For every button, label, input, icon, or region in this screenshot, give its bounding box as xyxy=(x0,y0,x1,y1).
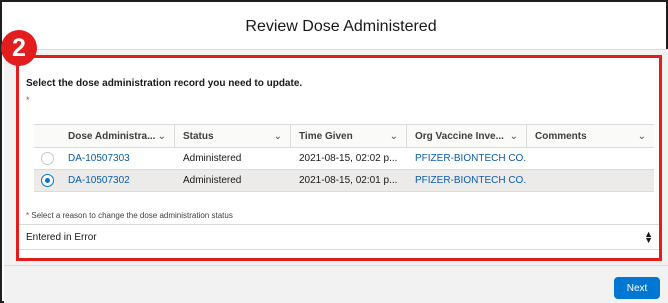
dose-link[interactable]: DA-10507302 xyxy=(60,175,175,186)
next-button[interactable]: Next xyxy=(614,277,660,299)
modal-header: Review Dose Administered xyxy=(4,4,668,50)
highlight-box: Select the dose administration record yo… xyxy=(16,55,662,261)
instruction-text: Select the dose administration record yo… xyxy=(26,78,303,89)
column-label: Status xyxy=(183,130,214,142)
row-radio-selected[interactable] xyxy=(40,174,54,187)
chevron-down-icon[interactable]: ⌄ xyxy=(274,131,282,142)
time-cell: 2021-08-15, 02:02 p... xyxy=(299,153,398,164)
column-label: Dose Administra... xyxy=(68,130,156,142)
column-label: Org Vaccine Inve... xyxy=(415,130,504,142)
reason-select[interactable]: Entered in Error ▲ ▼ xyxy=(19,224,659,250)
column-label: Time Given xyxy=(299,130,353,142)
column-header-org[interactable]: Org Vaccine Inve... ⌄ xyxy=(407,125,527,147)
dose-link[interactable]: DA-10507303 xyxy=(60,153,175,164)
status-cell: Administered xyxy=(183,175,242,186)
column-header-comments[interactable]: Comments ⌄ xyxy=(527,125,654,147)
status-cell: Administered xyxy=(183,153,242,164)
modal-title: Review Dose Administered xyxy=(245,17,437,35)
chevron-down-icon[interactable]: ⌄ xyxy=(158,131,166,142)
dose-table: Dose Administra... ⌄ Status ⌄ Time Given… xyxy=(34,124,654,192)
select-arrows-icon: ▲ ▼ xyxy=(644,229,653,245)
required-mark: * xyxy=(26,211,30,220)
chevron-down-icon[interactable]: ⌄ xyxy=(638,131,646,142)
reason-label: * Select a reason to change the dose adm… xyxy=(26,211,233,220)
reason-select-value: Entered in Error xyxy=(26,231,97,243)
chevron-down-icon[interactable]: ⌄ xyxy=(390,131,398,142)
required-mark: * xyxy=(26,95,30,105)
table-row[interactable]: DA-10507303 Administered 2021-08-15, 02:… xyxy=(34,148,654,170)
modal-footer xyxy=(4,265,668,303)
step-badge: 2 xyxy=(1,30,37,66)
chevron-down-icon[interactable]: ⌄ xyxy=(510,131,518,142)
table-header: Dose Administra... ⌄ Status ⌄ Time Given… xyxy=(34,124,654,148)
org-link[interactable]: PFIZER-BIONTECH CO... xyxy=(407,153,527,164)
org-link[interactable]: PFIZER-BIONTECH CO... xyxy=(407,175,527,186)
time-cell: 2021-08-15, 02:01 p... xyxy=(299,175,398,186)
column-header-dose[interactable]: Dose Administra... ⌄ xyxy=(60,125,175,147)
column-header-time[interactable]: Time Given ⌄ xyxy=(291,125,407,147)
table-row[interactable]: DA-10507302 Administered 2021-08-15, 02:… xyxy=(34,170,654,192)
radio-column-header xyxy=(34,125,60,147)
column-header-status[interactable]: Status ⌄ xyxy=(175,125,291,147)
row-radio[interactable] xyxy=(40,152,54,165)
reason-label-text: Select a reason to change the dose admin… xyxy=(31,211,233,220)
column-label: Comments xyxy=(535,130,587,142)
